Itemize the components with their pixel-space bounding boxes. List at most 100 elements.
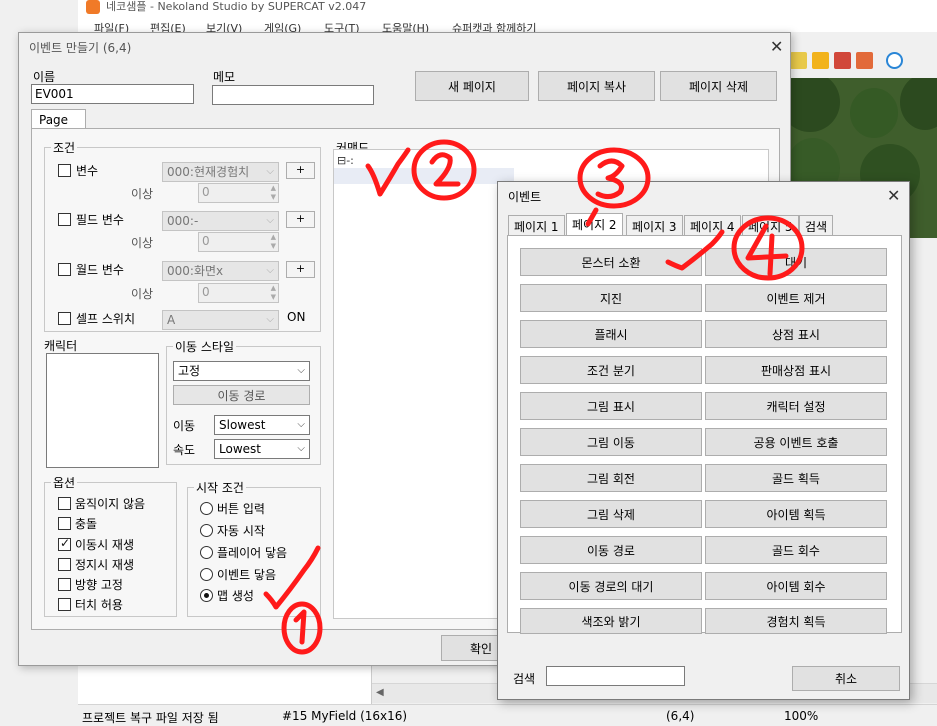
command-button[interactable]: 경험치 획득 <box>705 608 887 634</box>
command-button[interactable]: 조건 분기 <box>520 356 702 384</box>
self-switch-select[interactable]: A ⌵ <box>162 310 279 330</box>
book-icon[interactable] <box>834 52 851 69</box>
command-button[interactable]: 그림 삭제 <box>520 500 702 528</box>
status-message: 프로젝트 복구 파일 저장 됨 <box>82 711 219 725</box>
options-group: 옵션 움직이지 않음 충돌 이동시 재생 정지시 재생 방향 고정 터치 허용 <box>44 474 177 617</box>
toolbar-icon[interactable] <box>790 52 807 69</box>
variable-select[interactable]: 000:현재경험치 ⌵ <box>162 162 279 182</box>
option-label: 움직이지 않음 <box>75 497 146 511</box>
command-dialog-title: 이벤트 <box>508 190 542 204</box>
world-variable-label: 월드 변수 <box>76 263 124 277</box>
command-button[interactable]: 아이템 회수 <box>705 572 887 600</box>
search-input[interactable] <box>546 666 685 686</box>
field-variable-checkbox[interactable] <box>58 213 71 226</box>
command-button[interactable]: 대기 <box>705 248 887 276</box>
cancel-button[interactable]: 취소 <box>792 666 900 691</box>
trigger-title: 시작 조건 <box>194 479 246 496</box>
variable-number[interactable]: 0 ▲ ▼ <box>198 183 279 203</box>
trigger-radio[interactable] <box>200 502 213 515</box>
command-button[interactable]: 상점 표시 <box>705 320 887 348</box>
variable-checkbox[interactable] <box>58 164 71 177</box>
tab-search[interactable]: 검색 <box>799 215 834 235</box>
option-checkbox[interactable] <box>58 536 71 551</box>
tab-page-2[interactable]: 페이지 2 <box>566 213 623 236</box>
command-button[interactable]: 아이템 획득 <box>705 500 887 528</box>
world-variable-add-button[interactable]: + <box>286 261 315 278</box>
tab-page-5[interactable]: 페이지 5 <box>742 215 799 235</box>
delete-page-button[interactable]: 페이지 삭제 <box>660 71 777 101</box>
tab-page-3[interactable]: 페이지 3 <box>626 215 683 235</box>
trigger-radio[interactable] <box>200 546 213 559</box>
name-label: 이름 <box>33 70 56 84</box>
command-button[interactable]: 판매상점 표시 <box>705 356 887 384</box>
new-page-button[interactable]: 새 페이지 <box>415 71 529 101</box>
menu-edit[interactable]: 편집(E) <box>150 20 186 32</box>
command-button[interactable]: 골드 획득 <box>705 464 887 492</box>
menu-game[interactable]: 게임(G) <box>264 20 301 32</box>
shop-icon[interactable] <box>856 52 873 69</box>
field-variable-select[interactable]: 000:- ⌵ <box>162 211 279 231</box>
tab-page-1[interactable]: Page 1 <box>31 109 86 141</box>
character-preview[interactable] <box>46 353 159 468</box>
trigger-radio[interactable] <box>200 568 213 581</box>
speed-select[interactable]: Slowest ⌵ <box>214 415 310 435</box>
world-variable-select[interactable]: 000:화면x ⌵ <box>162 261 279 281</box>
command-tree-root[interactable]: ⊟-: <box>337 154 354 167</box>
trigger-group: 시작 조건 버튼 입력 자동 시작 플레이어 닿음 이벤트 닿음 맵 생성 <box>187 479 321 617</box>
memo-label: 메모 <box>213 70 236 84</box>
movement-route-button[interactable]: 이동 경로 <box>173 385 310 405</box>
command-button[interactable]: 그림 표시 <box>520 392 702 420</box>
close-icon[interactable]: ✕ <box>770 39 783 55</box>
command-button[interactable]: 캐릭터 설정 <box>705 392 887 420</box>
command-button[interactable]: 플래시 <box>520 320 702 348</box>
statusbar: 프로젝트 복구 파일 저장 됨 #15 MyField (16x16) (6,4… <box>78 704 937 725</box>
world-number[interactable]: 0 ▲ ▼ <box>198 283 279 303</box>
options-title: 옵션 <box>51 474 78 491</box>
trigger-radio[interactable] <box>200 524 213 537</box>
option-checkbox[interactable] <box>58 558 71 571</box>
tab-page-1[interactable]: 페이지 1 <box>508 215 565 235</box>
command-button[interactable]: 그림 이동 <box>520 428 702 456</box>
trigger-label: 버튼 입력 <box>217 502 265 516</box>
event-command-dialog: 이벤트 ✕ 페이지 1 페이지 2 페이지 3 페이지 4 페이지 5 검색 몬… <box>497 181 910 700</box>
command-button[interactable]: 지진 <box>520 284 702 312</box>
field-number[interactable]: 0 ▲ ▼ <box>198 232 279 252</box>
play-icon[interactable] <box>886 52 903 69</box>
menu-help[interactable]: 도움말(H) <box>382 20 429 32</box>
command-button[interactable]: 색조와 밝기 <box>520 608 702 634</box>
self-switch-checkbox[interactable] <box>58 312 71 325</box>
option-checkbox[interactable] <box>58 517 71 530</box>
close-icon[interactable]: ✕ <box>887 188 900 204</box>
memo-field[interactable] <box>212 85 374 105</box>
menu-view[interactable]: 보기(V) <box>206 20 242 32</box>
option-label: 방향 고정 <box>75 578 123 592</box>
menu-tools[interactable]: 도구(T) <box>324 20 360 32</box>
variable-add-button[interactable]: + <box>286 162 315 179</box>
music-icon[interactable] <box>812 52 829 69</box>
menu-file[interactable]: 파일(F) <box>94 20 129 32</box>
project-tree-panel[interactable] <box>78 666 372 704</box>
movement-type-select[interactable]: 고정 ⌵ <box>173 361 310 381</box>
command-button[interactable]: 몬스터 소환 <box>520 248 702 276</box>
scroll-left-icon[interactable]: ◀ <box>376 687 384 698</box>
command-button[interactable]: 공용 이벤트 호출 <box>705 428 887 456</box>
trigger-label: 자동 시작 <box>217 524 265 538</box>
world-variable-checkbox[interactable] <box>58 263 71 276</box>
command-button[interactable]: 이동 경로의 대기 <box>520 572 702 600</box>
trigger-label: 이벤트 닿음 <box>217 568 277 582</box>
copy-page-button[interactable]: 페이지 복사 <box>538 71 655 101</box>
command-line[interactable] <box>334 168 514 184</box>
command-button[interactable]: 이벤트 제거 <box>705 284 887 312</box>
command-button[interactable]: 이동 경로 <box>520 536 702 564</box>
frequency-select[interactable]: Lowest ⌵ <box>214 439 310 459</box>
command-button[interactable]: 그림 회전 <box>520 464 702 492</box>
trigger-radio[interactable] <box>200 589 213 602</box>
option-checkbox[interactable] <box>58 578 71 591</box>
menu-supercat[interactable]: 슈퍼캣과 함께하기 <box>452 20 536 32</box>
tab-page-4[interactable]: 페이지 4 <box>684 215 741 235</box>
option-checkbox[interactable] <box>58 497 71 510</box>
option-checkbox[interactable] <box>58 598 71 611</box>
field-variable-add-button[interactable]: + <box>286 211 315 228</box>
command-button[interactable]: 골드 회수 <box>705 536 887 564</box>
name-field[interactable]: EV001 <box>31 84 194 104</box>
